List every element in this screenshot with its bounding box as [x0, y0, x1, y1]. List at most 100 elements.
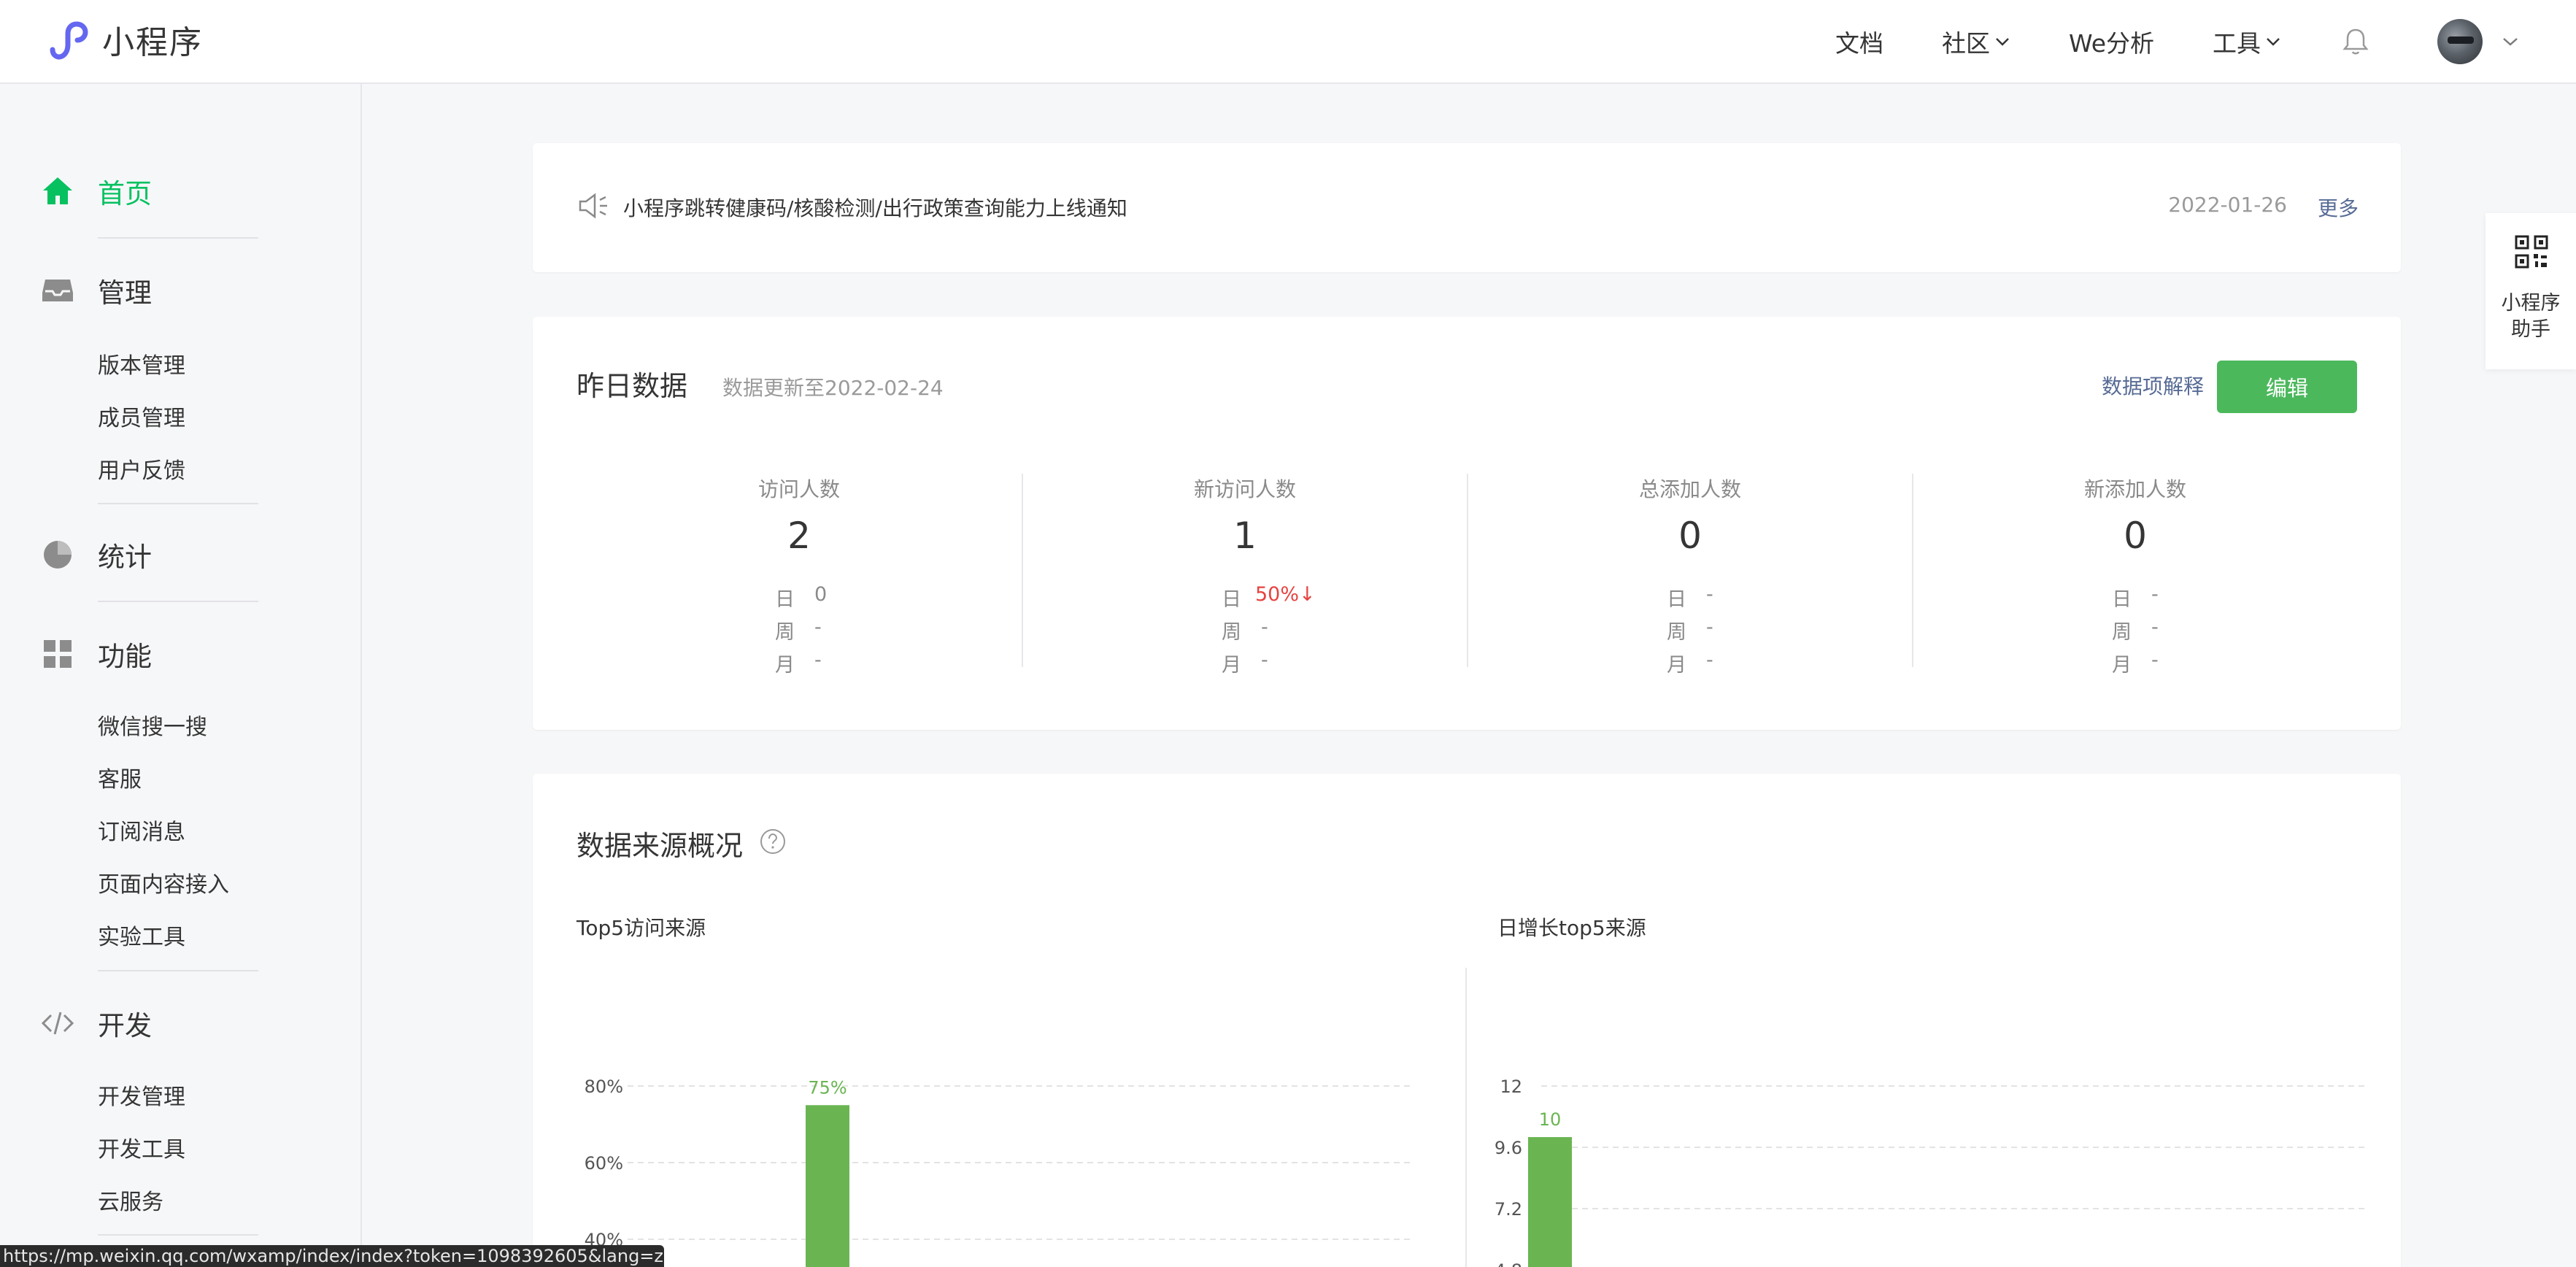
nav-docs[interactable]: 文档: [1835, 24, 1883, 59]
bar-chart-daily-growth: 12 9.6 7.2 4.8 10: [1495, 1077, 2366, 1267]
sidebar-item-home[interactable]: 首页: [41, 172, 152, 211]
metric-value: 0: [2124, 515, 2147, 557]
miniprogram-helper[interactable]: 小程序 助手: [2486, 213, 2576, 369]
divider: [98, 601, 258, 602]
update-time: 数据更新至2022-02-24: [722, 376, 944, 400]
sidebar-item-functions[interactable]: 功能: [41, 634, 152, 674]
inbox-icon: [42, 280, 73, 301]
top-nav: 文档 社区 We分析 工具: [1835, 0, 2576, 82]
metric-row-value: -: [814, 649, 822, 671]
nav-tools[interactable]: 工具: [2213, 24, 2281, 59]
sidebar-subitem-dev-tools[interactable]: 开发工具: [98, 1131, 185, 1163]
sidebar-subitem-subscription[interactable]: 订阅消息: [98, 814, 185, 846]
nav-docs-label: 文档: [1835, 28, 1883, 58]
bell-icon[interactable]: [2340, 26, 2372, 58]
sidebar-subitem-members[interactable]: 成员管理: [98, 400, 185, 432]
divider: [98, 503, 258, 504]
divider: [1465, 968, 1467, 1267]
sidebar: 首页 管理 版本管理 成员管理 用户反馈 统计 功能 微信搜一搜 客服 订阅消息…: [0, 84, 362, 1267]
metric-row-label: 月: [775, 654, 795, 677]
yesterday-data-card: 昨日数据 数据更新至2022-02-24 数据项解释 编辑 访问人数 2 日 0 周 - 月…: [533, 317, 2401, 730]
y-tick-label: 80%: [585, 1077, 623, 1097]
sidebar-item-label: 功能: [98, 641, 152, 672]
data-explain-link[interactable]: 数据项解释: [2102, 371, 2204, 400]
metric-card: 总添加人数 0 日 - 周 - 月 -: [1467, 474, 1912, 677]
helper-label: 小程序 助手: [2486, 290, 2576, 343]
sidebar-item-label: 开发: [98, 1010, 152, 1041]
metric-row-value: -: [1261, 616, 1268, 639]
helper-label-line2: 助手: [2511, 318, 2550, 341]
sidebar-item-label: 首页: [98, 178, 152, 209]
sidebar-subitem-version[interactable]: 版本管理: [98, 347, 185, 380]
sidebar-item-label: 管理: [98, 277, 152, 309]
help-icon[interactable]: [759, 828, 787, 855]
sidebar-item-develop[interactable]: 开发: [41, 1004, 152, 1043]
metric-row-label: 月: [1667, 654, 1686, 677]
divider: [98, 970, 258, 971]
y-tick-label: 4.8: [1495, 1260, 1522, 1267]
edit-button[interactable]: 编辑: [2217, 361, 2357, 413]
metric-value: 2: [787, 515, 811, 557]
sidebar-item-label: 统计: [98, 542, 152, 573]
helper-label-line1: 小程序: [2501, 292, 2561, 315]
sidebar-subitem-wechat-search[interactable]: 微信搜一搜: [98, 709, 207, 741]
metric-row-value: -: [1706, 616, 1713, 639]
metric-row-value: 50%↓: [1255, 583, 1316, 606]
metric-label: 总添加人数: [1638, 477, 1741, 501]
metric-row-value: -: [1706, 583, 1713, 606]
metric-row-label: 周: [1222, 621, 1241, 644]
metric-label: 新添加人数: [2083, 477, 2186, 501]
metric-label: 新访问人数: [1193, 477, 1296, 501]
avatar[interactable]: [2437, 18, 2483, 64]
speaker-icon: [579, 193, 607, 219]
grid-icon: [44, 640, 72, 668]
bar-data-label: 10: [1539, 1109, 1562, 1130]
chevron-down-icon: [1996, 37, 2009, 46]
sidebar-subitem-cloud[interactable]: 云服务: [98, 1184, 163, 1216]
metric-row-value: -: [2151, 649, 2159, 671]
status-url: https://mp.weixin.qq.com/wxamp/index/ind…: [0, 1245, 664, 1267]
metric-row-label: 月: [2112, 654, 2132, 677]
metric-card: 新访问人数 1 日 50%↓ 周 - 月 -: [1022, 474, 1467, 677]
code-icon: [41, 1012, 74, 1035]
chevron-down-icon: [2267, 37, 2280, 46]
notice-text[interactable]: 小程序跳转健康码/核酸检测/出行政策查询能力上线通知: [623, 193, 1127, 222]
chevron-down-icon[interactable]: [2502, 36, 2519, 47]
nav-tools-label: 工具: [2213, 28, 2261, 58]
bar: [806, 1105, 849, 1267]
bar: [1528, 1137, 1572, 1267]
divider: [98, 1234, 258, 1236]
section-title: 昨日数据: [576, 370, 688, 402]
metric-row-label: 日: [775, 588, 795, 611]
pie-chart-icon: [44, 541, 72, 569]
sidebar-subitem-experiment[interactable]: 实验工具: [98, 919, 185, 951]
sidebar-subitem-feedback[interactable]: 用户反馈: [98, 452, 185, 485]
nav-community-label: 社区: [1942, 28, 1990, 58]
sidebar-subitem-dev-manage[interactable]: 开发管理: [98, 1079, 185, 1111]
nav-community[interactable]: 社区: [1942, 24, 2010, 59]
nav-we-analysis-label: We分析: [2069, 28, 2154, 58]
logo[interactable]: 小程序: [42, 16, 203, 63]
section-title: 数据来源概况: [576, 830, 744, 862]
nav-we-analysis[interactable]: We分析: [2069, 24, 2154, 59]
metric-row-value: -: [1706, 649, 1713, 671]
metric-value: 0: [1678, 515, 1702, 557]
chart-title-top5-sources: Top5访问来源: [576, 916, 706, 940]
sidebar-item-manage[interactable]: 管理: [41, 271, 152, 310]
notice-card: 小程序跳转健康码/核酸检测/出行政策查询能力上线通知 2022-01-26 更多: [533, 143, 2401, 272]
sidebar-item-stats[interactable]: 统计: [41, 535, 152, 574]
metric-row-label: 周: [2112, 621, 2132, 644]
metric-row-value: -: [2151, 616, 2159, 639]
divider: [98, 237, 258, 239]
y-tick-label: 60%: [585, 1153, 623, 1174]
logo-text: 小程序: [102, 24, 203, 61]
metric-row-label: 周: [1667, 621, 1686, 644]
y-tick-label: 7.2: [1495, 1199, 1522, 1220]
bar-chart-top5-sources: 80%60%40%75%25%: [585, 1077, 1412, 1267]
metric-row-label: 月: [1222, 654, 1241, 677]
sidebar-subitem-page-content[interactable]: 页面内容接入: [98, 866, 229, 898]
sidebar-subitem-customer-service[interactable]: 客服: [98, 761, 142, 793]
notice-more-link[interactable]: 更多: [2318, 193, 2359, 222]
metric-card: 新添加人数 0 日 - 周 - 月 -: [1912, 474, 2357, 677]
metric-row-value: 0: [814, 583, 828, 606]
